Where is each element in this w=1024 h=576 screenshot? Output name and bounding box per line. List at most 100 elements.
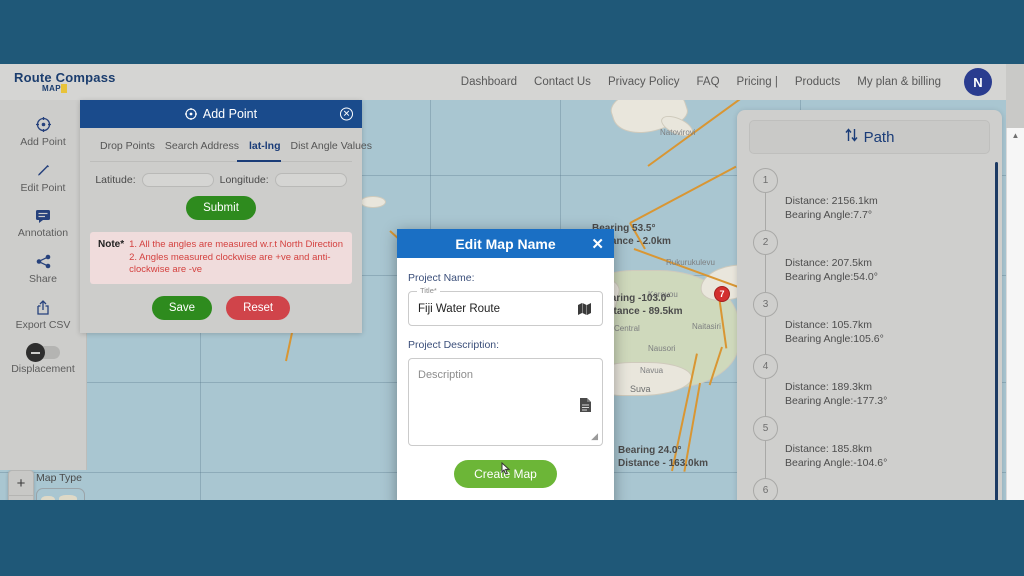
map-marker[interactable]: 7 bbox=[714, 286, 730, 302]
latitude-label: Latitude: bbox=[95, 174, 136, 186]
modal-header: Edit Map Name ✕ bbox=[397, 229, 614, 258]
page-scrollbar[interactable]: ▲ bbox=[1006, 128, 1024, 500]
upload-icon bbox=[36, 300, 50, 315]
avatar[interactable]: N bbox=[964, 68, 992, 96]
tab-drop-points[interactable]: Drop Points bbox=[100, 140, 155, 152]
submit-row: Submit bbox=[80, 187, 362, 232]
map-place-label: Nausori bbox=[648, 344, 676, 353]
create-map-button[interactable]: Create Map bbox=[454, 460, 557, 488]
path-step-distance: Distance: 105.7km bbox=[785, 319, 872, 331]
submit-button[interactable]: Submit bbox=[186, 196, 256, 220]
path-step-number: 6 bbox=[753, 478, 778, 500]
sidebar-item-edit-point[interactable]: Edit Point bbox=[0, 156, 86, 202]
project-name-input[interactable] bbox=[418, 302, 593, 315]
path-panel-header[interactable]: Path bbox=[749, 120, 990, 154]
path-step[interactable]: 6 Distance: 163.5km Bearing Angle:24.8° bbox=[737, 478, 1002, 500]
tool-sidebar: Add Point Edit Point Annotation Share Ex… bbox=[0, 100, 87, 470]
logo-badge: •• bbox=[60, 84, 68, 93]
path-step[interactable]: 2 Distance: 207.5km Bearing Angle:54.0° bbox=[737, 230, 1002, 292]
path-step[interactable]: 4 Distance: 189.3km Bearing Angle:-177.3… bbox=[737, 354, 1002, 416]
path-step-info: Distance: 185.8km Bearing Angle:-104.6° bbox=[785, 442, 887, 470]
sidebar-item-displacement[interactable]: Displacement bbox=[0, 339, 86, 383]
path-connector bbox=[765, 379, 766, 416]
path-panel: Path 1 Distance: 2156.1km Bearing Angle:… bbox=[737, 110, 1002, 500]
add-point-panel-title: Add Point bbox=[202, 107, 258, 121]
path-connector bbox=[765, 193, 766, 230]
top-navbar: Route Compass MAP•• Dashboard Contact Us… bbox=[0, 64, 1006, 100]
note-text: 1. All the angles are measured w.r.t Nor… bbox=[129, 239, 344, 277]
scroll-up-arrow[interactable]: ▲ bbox=[1007, 128, 1024, 142]
zoom-in-button[interactable]: + bbox=[9, 471, 33, 496]
displacement-toggle[interactable] bbox=[26, 343, 60, 362]
sidebar-item-annotation[interactable]: Annotation bbox=[0, 202, 86, 247]
app-logo[interactable]: Route Compass MAP•• bbox=[0, 71, 200, 93]
modal-footer: Create Map bbox=[408, 446, 603, 488]
path-step-number: 5 bbox=[753, 416, 778, 441]
sidebar-item-share[interactable]: Share bbox=[0, 247, 86, 293]
sidebar-item-export-csv[interactable]: Export CSV bbox=[0, 293, 86, 339]
path-step-bearing: Bearing Angle:105.6° bbox=[785, 333, 884, 345]
toggle-knob bbox=[26, 343, 45, 362]
path-step-distance: Distance: 189.3km bbox=[785, 381, 872, 393]
path-panel-scrollbar[interactable] bbox=[995, 162, 998, 500]
add-point-panel: Add Point ✕ Drop Points Search Address l… bbox=[80, 100, 372, 333]
tab-dist-angle-values[interactable]: Dist Angle Values bbox=[291, 140, 373, 152]
nav-link-pricing[interactable]: Pricing | bbox=[737, 76, 778, 88]
map-type-thumbnail[interactable] bbox=[36, 488, 85, 500]
path-step-distance: Distance: 185.8km bbox=[785, 443, 872, 455]
map-place-label: Central bbox=[614, 324, 640, 333]
map-place-label: Suva bbox=[630, 384, 651, 394]
map-type-label: Map Type bbox=[36, 472, 82, 484]
lat-lng-fields: Latitude: Longitude: bbox=[80, 162, 362, 187]
map-type-control[interactable]: Map Type bbox=[36, 472, 92, 500]
project-name-field[interactable]: Title* bbox=[408, 286, 603, 326]
path-step-bearing: Bearing Angle:7.7° bbox=[785, 209, 873, 221]
map-place-label: Naitasiri bbox=[692, 322, 721, 331]
path-step-number: 3 bbox=[753, 292, 778, 317]
path-step-bearing: Bearing Angle:-104.6° bbox=[785, 457, 888, 469]
sidebar-item-add-point[interactable]: Add Point bbox=[0, 110, 86, 156]
nav-link-products[interactable]: Products bbox=[795, 76, 840, 88]
tab-search-address[interactable]: Search Address bbox=[165, 140, 239, 152]
path-connector bbox=[765, 441, 766, 478]
longitude-input[interactable] bbox=[274, 173, 347, 187]
map-zoom-controls[interactable]: + − bbox=[8, 470, 34, 500]
path-step-distance: Distance: 207.5km bbox=[785, 257, 872, 269]
map-annotation: Bearing 24.0° Distance - 163.0km bbox=[618, 444, 708, 470]
longitude-label: Longitude: bbox=[219, 174, 269, 186]
nav-link-my-plan-billing[interactable]: My plan & billing bbox=[857, 76, 941, 88]
modal-body: Project Name: Title* Project Description… bbox=[397, 258, 614, 488]
annotation-distance: Distance - 163.0km bbox=[618, 458, 709, 469]
tab-lat-lng[interactable]: lat-lng bbox=[249, 140, 281, 152]
close-x-icon[interactable]: ✕ bbox=[591, 235, 604, 253]
path-step-info: Distance: 2156.1km Bearing Angle:7.7° bbox=[785, 194, 878, 222]
path-step[interactable]: 3 Distance: 105.7km Bearing Angle:105.6° bbox=[737, 292, 1002, 354]
nav-link-dashboard[interactable]: Dashboard bbox=[461, 76, 517, 88]
logo-subtext: MAP•• bbox=[42, 84, 200, 93]
project-description-label: Project Description: bbox=[408, 339, 500, 351]
nav-link-privacy-policy[interactable]: Privacy Policy bbox=[608, 76, 680, 88]
note-line: 2. Angles measured clockwise are +ve and… bbox=[129, 251, 331, 276]
navbar-links: Dashboard Contact Us Privacy Policy FAQ … bbox=[461, 68, 1006, 96]
add-point-tabs: Drop Points Search Address lat-lng Dist … bbox=[90, 128, 372, 162]
reset-button[interactable]: Reset bbox=[226, 295, 291, 320]
browser-viewport: Natovirovi Rukurukulevu Korovou Central … bbox=[0, 64, 1024, 500]
note-label: Note* bbox=[98, 239, 125, 250]
title-legend: Title* bbox=[417, 286, 440, 295]
map-place-label: Rukurukulevu bbox=[666, 258, 715, 267]
sidebar-item-label: Displacement bbox=[11, 363, 75, 375]
nav-link-faq[interactable]: FAQ bbox=[697, 76, 720, 88]
path-step-info: Distance: 105.7km Bearing Angle:105.6° bbox=[785, 318, 884, 346]
close-circle-icon[interactable]: ✕ bbox=[340, 107, 353, 121]
map-icon bbox=[577, 302, 592, 316]
path-step[interactable]: 1 Distance: 2156.1km Bearing Angle:7.7° bbox=[737, 168, 1002, 230]
zoom-out-button[interactable]: − bbox=[9, 496, 33, 501]
resize-handle[interactable]: ◢ bbox=[591, 431, 598, 442]
project-description-field[interactable]: Description ◢ bbox=[408, 358, 603, 446]
nav-link-contact-us[interactable]: Contact Us bbox=[534, 76, 591, 88]
path-step[interactable]: 5 Distance: 185.8km Bearing Angle:-104.6… bbox=[737, 416, 1002, 478]
path-step-list[interactable]: 1 Distance: 2156.1km Bearing Angle:7.7° … bbox=[737, 154, 1002, 500]
path-step-distance: Distance: 2156.1km bbox=[785, 195, 878, 207]
save-button[interactable]: Save bbox=[151, 295, 213, 320]
latitude-input[interactable] bbox=[141, 173, 214, 187]
